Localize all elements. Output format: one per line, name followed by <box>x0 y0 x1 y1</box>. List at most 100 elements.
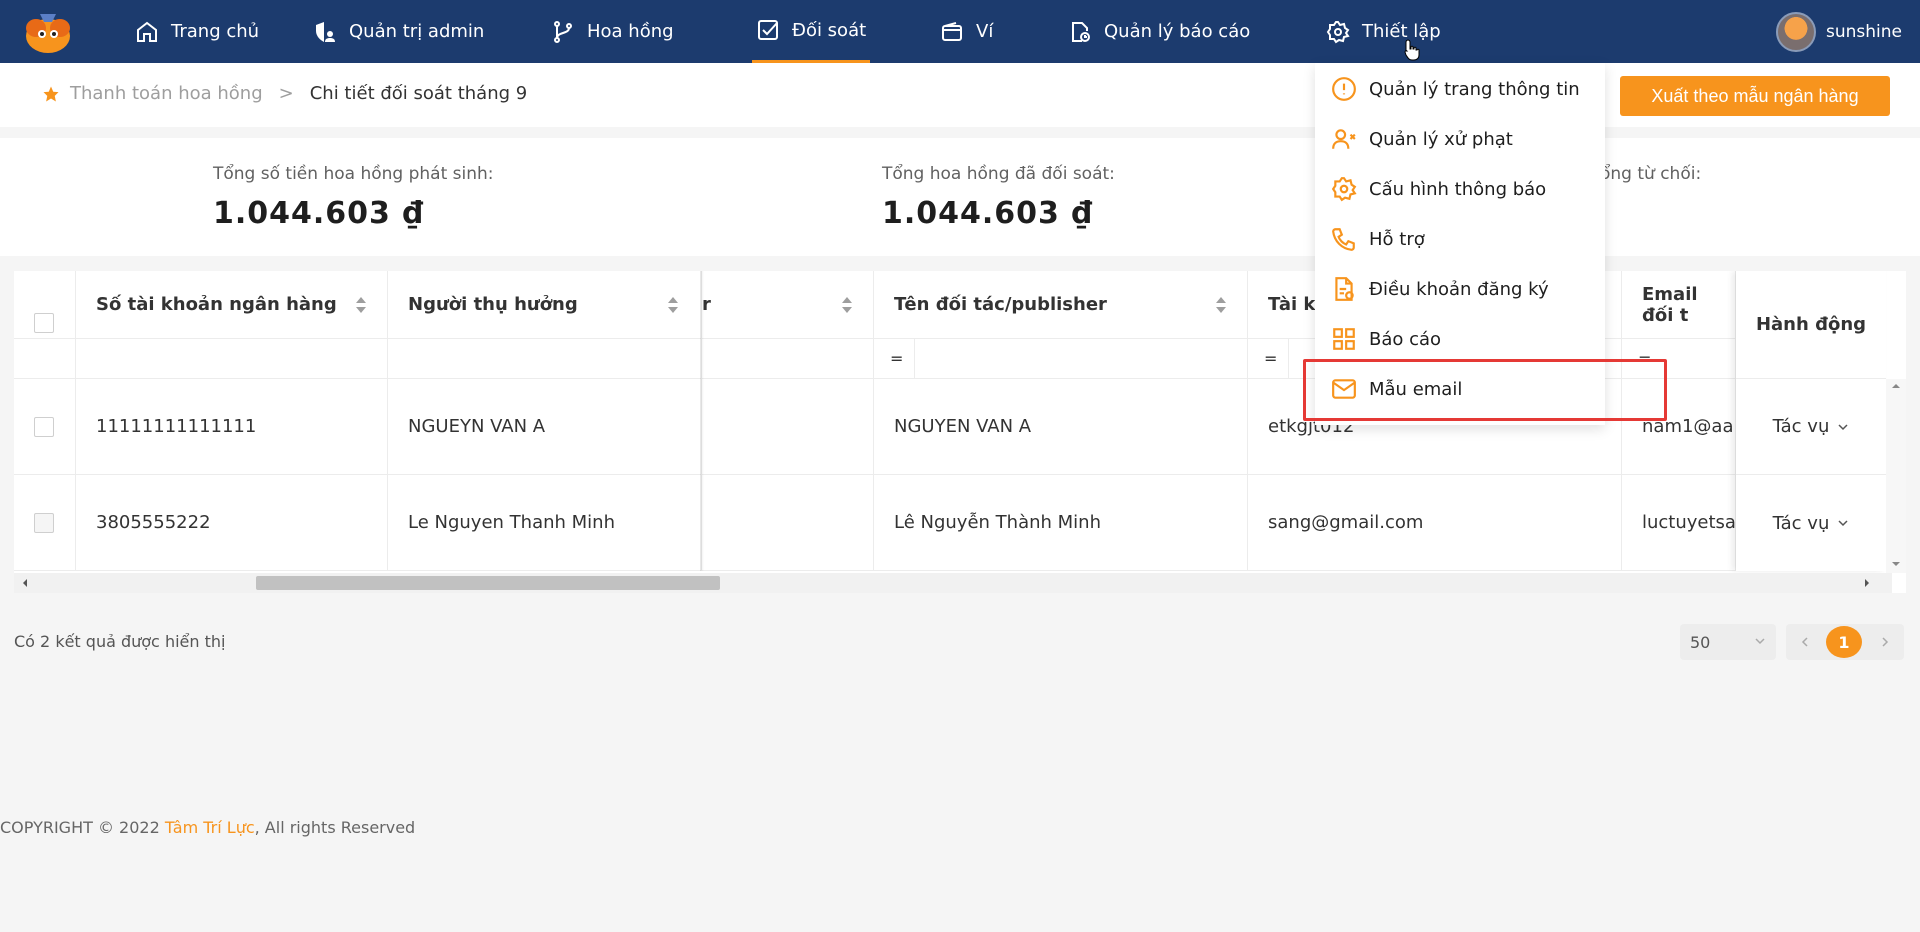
footer-copyright: COPYRIGHT © 2022 Tâm Trí Lực, All rights… <box>0 818 415 837</box>
filter-divider <box>1288 339 1289 379</box>
scroll-right-icon[interactable] <box>1862 578 1872 588</box>
nav-item-admin[interactable]: Quản trị admin <box>313 0 484 63</box>
current-page-button[interactable]: 1 <box>1826 626 1862 658</box>
vertical-scrollbar[interactable] <box>1886 379 1906 573</box>
chevron-down-icon <box>1838 423 1848 430</box>
menu-item-notification-config[interactable]: Cấu hình thông báo <box>1331 171 1546 207</box>
scrollbar-thumb[interactable] <box>256 576 720 590</box>
menu-item-label: Quản lý trang thông tin <box>1369 78 1580 100</box>
footer-suffix: , All rights Reserved <box>254 818 416 837</box>
cell-partner: Lê Nguyễn Thành Minh <box>874 475 1248 571</box>
chevron-left-icon <box>1801 637 1808 647</box>
cell-partial <box>702 379 874 475</box>
nav-label: Đối soát <box>792 19 867 41</box>
row-checkbox[interactable] <box>34 417 54 437</box>
menu-item-label: Điều khoản đăng ký <box>1369 278 1549 300</box>
column-header-label: Tên đối tác/publisher <box>894 294 1107 315</box>
nav-label: Thiết lập <box>1362 21 1441 42</box>
alert-circle-icon <box>1332 77 1356 101</box>
column-header-bank-account[interactable]: Số tài khoản ngân hàng <box>76 271 388 339</box>
column-header-partner[interactable]: Tên đối tác/publisher <box>874 271 1248 339</box>
row-action-dropdown[interactable]: Tác vụ <box>1736 475 1886 571</box>
row-checkbox[interactable] <box>34 513 54 533</box>
stat-label: Tổng hoa hồng đã đối soát: <box>882 164 1115 184</box>
chevron-down-icon <box>1755 638 1765 645</box>
scroll-up-icon[interactable] <box>1891 381 1901 391</box>
nav-label: Quản lý báo cáo <box>1104 21 1251 42</box>
star-icon <box>43 86 59 101</box>
sort-icon[interactable] <box>842 297 852 313</box>
filter-operator[interactable]: = <box>1264 349 1277 368</box>
menu-item-label: Cấu hình thông báo <box>1369 178 1547 200</box>
stat-reconciled-commission: Tổng hoa hồng đã đối soát: 1.044.603 ₫ <box>882 164 1115 231</box>
filter-operator[interactable]: = <box>890 349 903 368</box>
scroll-down-icon[interactable] <box>1891 559 1901 569</box>
table-row-select <box>14 475 76 571</box>
column-header-beneficiary[interactable]: Người thụ hưởng <box>388 271 702 339</box>
cell-beneficiary: NGUEYN VAN A <box>388 379 702 475</box>
stat-total-commission: Tổng số tiền hoa hồng phát sinh: 1.044.6… <box>213 164 494 231</box>
nav-item-home[interactable]: Trang chủ <box>135 0 259 63</box>
pagination: 1 <box>1786 624 1904 660</box>
cell-partner: NGUYEN VAN A <box>874 379 1248 475</box>
export-bank-template-button[interactable]: Xuất theo mẫu ngân hàng <box>1620 76 1890 116</box>
sort-icon[interactable] <box>1216 297 1226 313</box>
column-header-email[interactable]: Email đối t <box>1622 271 1736 339</box>
page-size-value: 50 <box>1690 632 1711 652</box>
filter-cell <box>14 339 76 379</box>
page-size-select[interactable]: 50 <box>1680 624 1776 660</box>
menu-item-info-page[interactable]: Quản lý trang thông tin <box>1331 71 1580 107</box>
sort-icon[interactable] <box>356 297 366 313</box>
filter-partner[interactable]: = <box>874 339 1248 379</box>
select-all-checkbox[interactable] <box>34 313 54 333</box>
menu-item-label: Báo cáo <box>1369 328 1442 350</box>
phone-icon <box>1332 228 1355 251</box>
nav-item-reports[interactable]: Quản lý báo cáo <box>1068 0 1250 63</box>
filter-divider <box>914 339 915 379</box>
breadcrumb-separator: > <box>278 83 294 104</box>
action-column: Hành động Tác vụ Tác vụ <box>1736 271 1886 571</box>
user-x-icon <box>1332 129 1356 149</box>
breadcrumb-parent[interactable]: Thanh toán hoa hồng <box>70 83 263 104</box>
avatar[interactable] <box>1776 11 1816 52</box>
nav-item-wallet[interactable]: Ví <box>940 0 993 63</box>
footer-brand-link[interactable]: Tâm Trí Lực <box>165 818 255 837</box>
report-clock-icon <box>1072 21 1090 42</box>
filter-beneficiary[interactable] <box>388 339 702 379</box>
next-page-button[interactable] <box>1870 624 1900 660</box>
home-icon <box>137 21 157 42</box>
table-row-select <box>14 379 76 475</box>
filter-bank-account[interactable] <box>76 339 388 379</box>
menu-item-support[interactable]: Hỗ trợ <box>1331 221 1425 257</box>
menu-item-penalty[interactable]: Quản lý xử phạt <box>1331 121 1513 157</box>
menu-item-terms[interactable]: Điều khoản đăng ký <box>1331 271 1549 307</box>
column-header-label: Số tài khoản ngân hàng <box>96 294 337 315</box>
document-icon <box>1335 277 1354 301</box>
reconcile-table: Số tài khoản ngân hàng Người thụ hưởng r… <box>14 271 1906 593</box>
row-action-dropdown[interactable]: Tác vụ <box>1736 379 1886 475</box>
shield-user-icon <box>316 21 335 42</box>
scroll-left-icon[interactable] <box>20 578 30 588</box>
column-header-partial[interactable]: r <box>702 271 874 339</box>
stat-label: ổng từ chối: <box>1600 164 1702 184</box>
cell-bank-account: 11111111111111 <box>76 379 388 475</box>
result-count: Có 2 kết quả được hiển thị <box>14 632 226 651</box>
nav-item-settings[interactable]: Thiết lập <box>1326 0 1441 63</box>
menu-item-label: Quản lý xử phạt <box>1369 128 1513 150</box>
logo-icon[interactable] <box>22 10 74 54</box>
breadcrumb: Thanh toán hoa hồng > Chi tiết đối soát … <box>42 83 527 104</box>
chevron-down-icon <box>1838 520 1848 527</box>
user-menu[interactable]: sunshine <box>1776 0 1902 63</box>
prev-page-button[interactable] <box>1790 624 1820 660</box>
sort-icon[interactable] <box>668 297 678 313</box>
cell-beneficiary: Le Nguyen Thanh Minh <box>388 475 702 571</box>
filter-partial[interactable] <box>702 339 874 379</box>
column-header-label: Người thụ hưởng <box>408 294 578 315</box>
nav-item-reconcile[interactable]: Đối soát <box>752 0 871 63</box>
nav-item-commission[interactable]: Hoa hồng <box>551 0 674 63</box>
horizontal-scrollbar[interactable] <box>14 573 1892 593</box>
stat-rejected-commission: ổng từ chối: <box>1600 164 1701 196</box>
cell-partial <box>702 475 874 571</box>
menu-item-report[interactable]: Báo cáo <box>1331 321 1441 357</box>
cell-user: sang@gmail.com <box>1248 475 1622 571</box>
